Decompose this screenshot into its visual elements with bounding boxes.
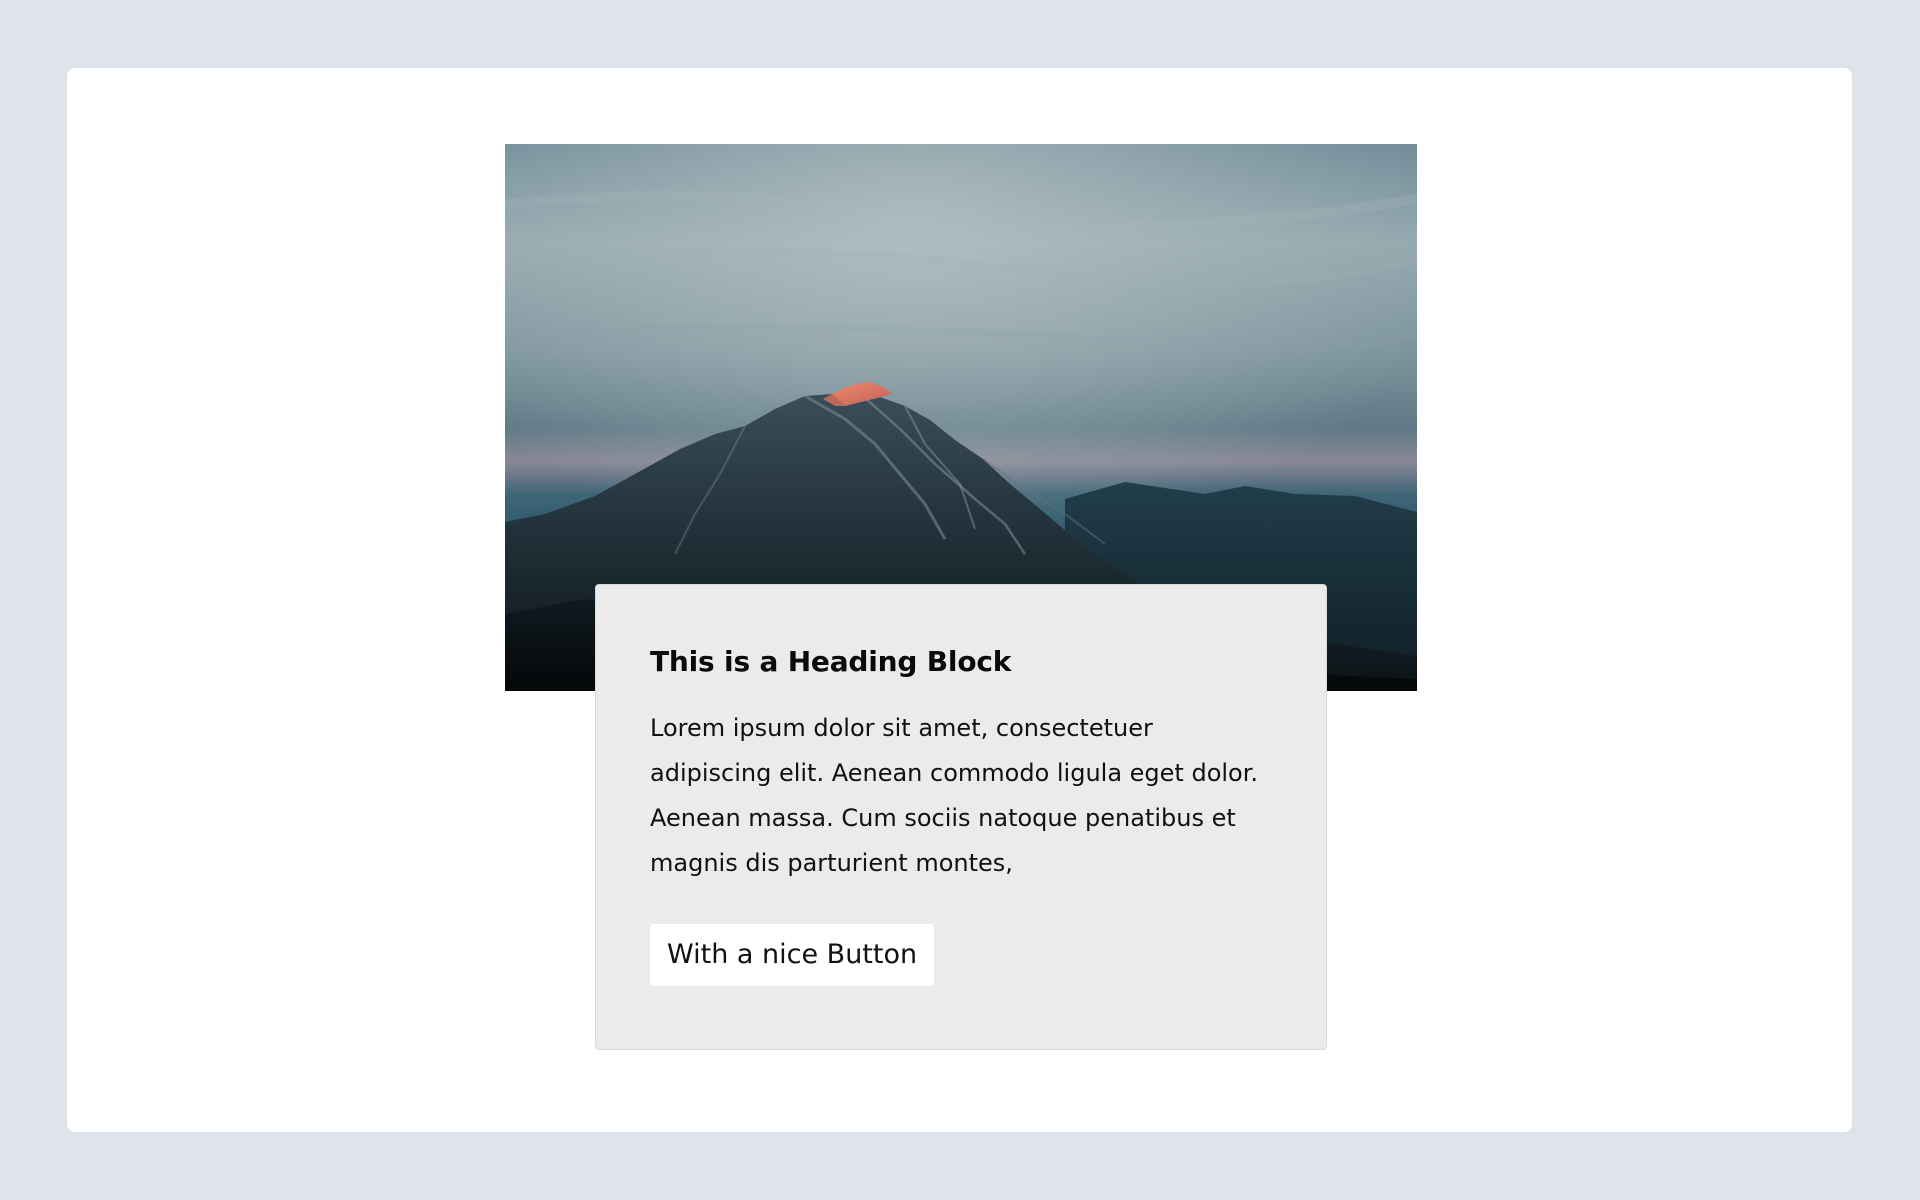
card-body-text: Lorem ipsum dolor sit amet, consectetuer…	[650, 714, 1259, 877]
card-heading: This is a Heading Block	[650, 645, 1012, 678]
nice-button[interactable]: With a nice Button	[650, 924, 935, 986]
content-card: This is a Heading Block Lorem ipsum dolo…	[595, 584, 1327, 1050]
